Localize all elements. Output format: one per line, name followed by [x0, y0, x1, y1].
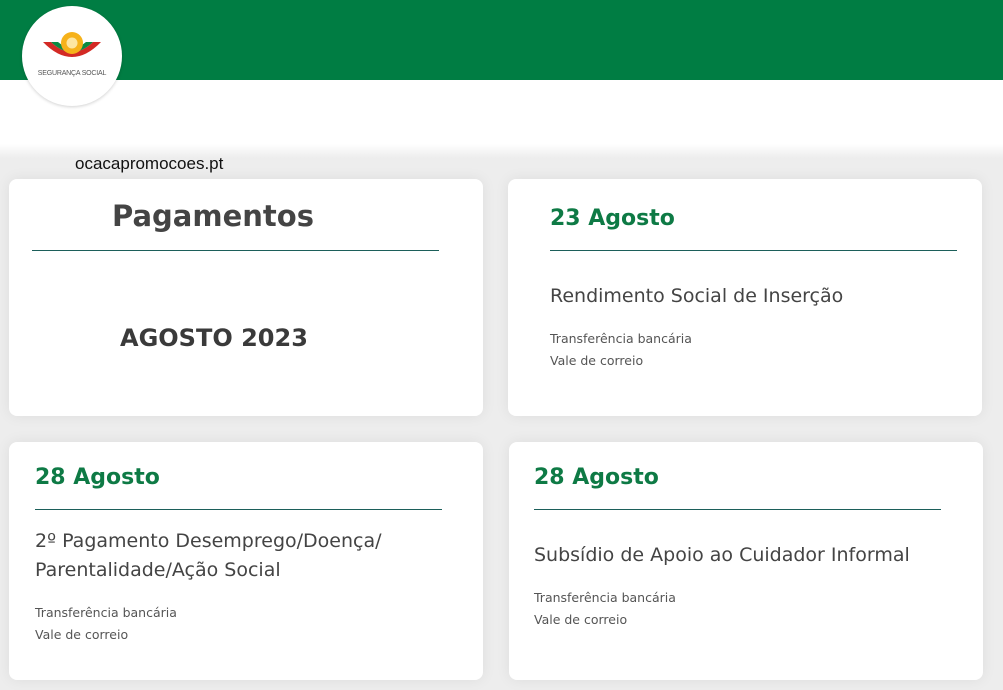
- payment-card[interactable]: 23 Agosto Rendimento Social de Inserção …: [508, 179, 982, 416]
- header-bar: [0, 0, 1003, 80]
- payment-method: Transferência bancária: [550, 331, 692, 346]
- page-title: Pagamentos: [112, 199, 314, 233]
- payment-method: Vale de correio: [550, 353, 644, 368]
- divider: [35, 509, 442, 510]
- intro-card: Pagamentos AGOSTO 2023: [9, 179, 483, 416]
- payment-card[interactable]: 28 Agosto Subsídio de Apoio ao Cuidador …: [509, 442, 983, 680]
- logo-emblem-icon: [43, 32, 101, 57]
- payment-method: Vale de correio: [534, 612, 628, 627]
- header-subband: [0, 80, 1003, 144]
- divider: [32, 250, 439, 251]
- watermark-text: ocacapromocoes.pt: [75, 154, 224, 173]
- payment-title: Rendimento Social de Inserção: [550, 285, 844, 307]
- payment-title: 2º Pagamento Desemprego/Doença/: [35, 530, 382, 552]
- month-label: AGOSTO 2023: [120, 324, 308, 352]
- payment-date: 28 Agosto: [35, 465, 160, 490]
- divider: [550, 250, 957, 251]
- divider: [534, 509, 941, 510]
- payment-method: Transferência bancária: [534, 590, 676, 605]
- payment-date: 28 Agosto: [534, 465, 659, 490]
- payment-card[interactable]: 28 Agosto 2º Pagamento Desemprego/Doença…: [9, 442, 483, 680]
- payment-method: Transferência bancária: [35, 605, 177, 620]
- logo-text: SEGURANÇA SOCIAL: [37, 70, 107, 77]
- payment-method: Vale de correio: [35, 627, 129, 642]
- seguranca-social-logo[interactable]: SEGURANÇA SOCIAL: [22, 6, 122, 106]
- payment-title: Parentalidade/Ação Social: [35, 559, 281, 581]
- payment-date: 23 Agosto: [550, 206, 675, 231]
- payment-title: Subsídio de Apoio ao Cuidador Informal: [534, 544, 910, 566]
